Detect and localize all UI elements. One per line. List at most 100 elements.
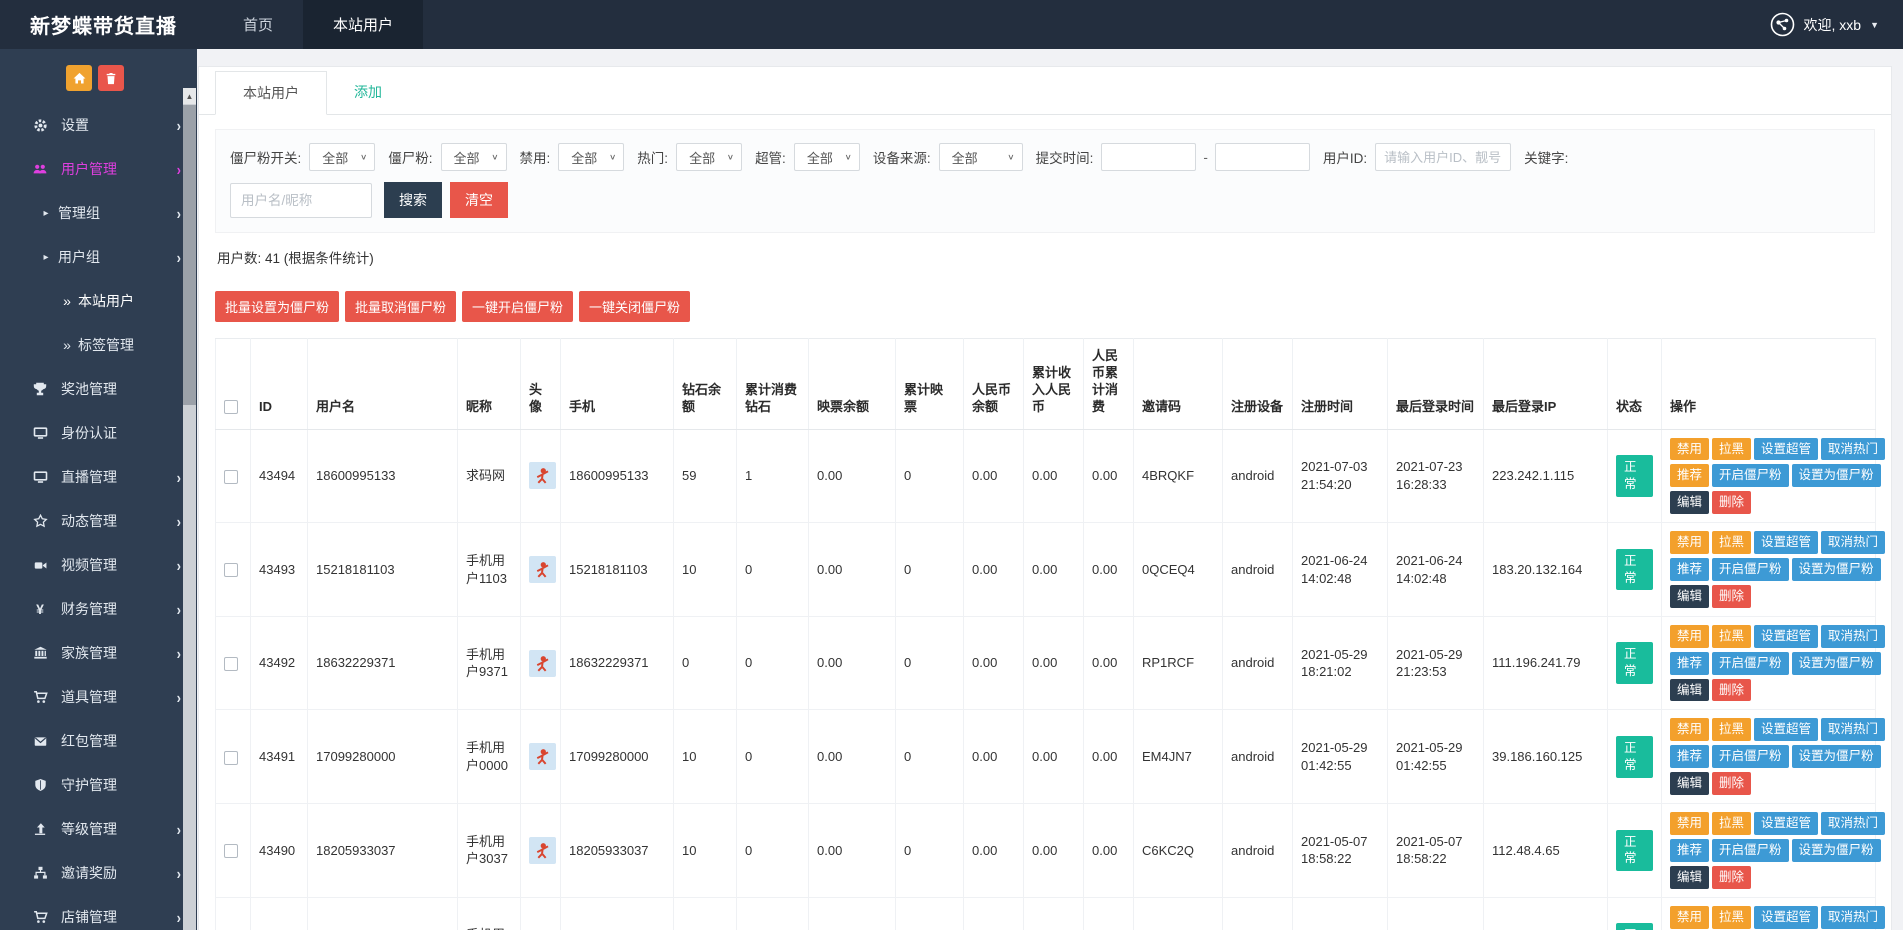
welcome-text[interactable]: 欢迎, xxb [1804, 15, 1862, 35]
sidebar-item-shop[interactable]: 店铺管理› [0, 895, 197, 930]
action-button[interactable]: 拉黑 [1712, 718, 1751, 741]
action-button[interactable]: 取消热门 [1821, 906, 1885, 929]
row-checkbox[interactable] [224, 657, 238, 671]
sidebar-item-settings[interactable]: 设置› [0, 103, 197, 147]
action-button[interactable]: 设置超管 [1754, 438, 1818, 461]
scroll-up-icon[interactable]: ▲ [183, 88, 196, 104]
action-button[interactable]: 设置为僵尸粉 [1792, 652, 1881, 675]
sidebar-item-admin-group[interactable]: ▸管理组› [0, 191, 197, 235]
sidebar-item-site-users[interactable]: »本站用户 [0, 279, 197, 323]
action-button[interactable]: 设置为僵尸粉 [1792, 839, 1881, 862]
action-button[interactable]: 开启僵尸粉 [1712, 652, 1789, 675]
home-button[interactable] [66, 65, 92, 91]
trash-button[interactable] [98, 65, 124, 91]
action-button[interactable]: 设置为僵尸粉 [1792, 464, 1881, 487]
action-button[interactable]: 禁用 [1670, 718, 1709, 741]
action-button[interactable]: 禁用 [1670, 906, 1709, 929]
action-button[interactable]: 编辑 [1670, 866, 1709, 889]
hot-select[interactable]: 全部∨ [676, 143, 742, 171]
sidebar-item-invite-reward[interactable]: 邀请奖励› [0, 851, 197, 895]
user-id-input[interactable] [1375, 143, 1511, 171]
sidebar-item-level[interactable]: 等级管理› [0, 807, 197, 851]
action-button[interactable]: 设置超管 [1754, 531, 1818, 554]
action-button[interactable]: 设置超管 [1754, 625, 1818, 648]
select-all-checkbox[interactable] [224, 400, 238, 414]
row-checkbox[interactable] [224, 470, 238, 484]
tab-add[interactable]: 添加 [327, 70, 409, 114]
sidebar-item-tag-management[interactable]: »标签管理 [0, 323, 197, 367]
batch-button-0[interactable]: 批量设置为僵尸粉 [215, 291, 339, 322]
batch-button-1[interactable]: 批量取消僵尸粉 [345, 291, 456, 322]
action-button[interactable]: 设置为僵尸粉 [1792, 558, 1881, 581]
sidebar-item-red-packet[interactable]: 红包管理 [0, 719, 197, 763]
row-checkbox[interactable] [224, 844, 238, 858]
action-button[interactable]: 编辑 [1670, 679, 1709, 702]
submit-time-end-input[interactable] [1215, 143, 1310, 171]
action-button[interactable]: 禁用 [1670, 438, 1709, 461]
sidebar-item-live-management[interactable]: 直播管理› [0, 455, 197, 499]
sidebar-item-identity-auth[interactable]: 身份认证 [0, 411, 197, 455]
action-button[interactable]: 编辑 [1670, 585, 1709, 608]
zombie-select[interactable]: 全部∨ [441, 143, 507, 171]
action-button[interactable]: 删除 [1712, 866, 1751, 889]
action-button[interactable]: 开启僵尸粉 [1712, 558, 1789, 581]
sidebar-scrollbar[interactable]: ▲ [183, 88, 196, 930]
action-button[interactable]: 删除 [1712, 772, 1751, 795]
sidebar-item-user-management[interactable]: 用户管理› [0, 147, 197, 191]
action-button[interactable]: 取消热门 [1821, 812, 1885, 835]
action-button[interactable]: 拉黑 [1712, 625, 1751, 648]
action-button[interactable]: 编辑 [1670, 491, 1709, 514]
action-button[interactable]: 开启僵尸粉 [1712, 839, 1789, 862]
action-button[interactable]: 拉黑 [1712, 438, 1751, 461]
action-button[interactable]: 禁用 [1670, 531, 1709, 554]
action-button[interactable]: 删除 [1712, 491, 1751, 514]
zombie-switch-select[interactable]: 全部∨ [309, 143, 375, 171]
row-checkbox[interactable] [224, 563, 238, 577]
submit-time-start-input[interactable] [1101, 143, 1196, 171]
batch-button-3[interactable]: 一键关闭僵尸粉 [579, 291, 690, 322]
super-admin-select[interactable]: 全部∨ [794, 143, 860, 171]
action-button[interactable]: 拉黑 [1712, 531, 1751, 554]
sidebar-item-user-group[interactable]: ▸用户组› [0, 235, 197, 279]
username-nickname-input[interactable] [230, 183, 372, 218]
batch-button-2[interactable]: 一键开启僵尸粉 [462, 291, 573, 322]
action-button[interactable]: 删除 [1712, 585, 1751, 608]
disabled-select[interactable]: 全部∨ [558, 143, 624, 171]
action-button[interactable]: 取消热门 [1821, 625, 1885, 648]
action-button[interactable]: 禁用 [1670, 812, 1709, 835]
action-button[interactable]: 取消热门 [1821, 438, 1885, 461]
action-button[interactable]: 开启僵尸粉 [1712, 745, 1789, 768]
action-button[interactable]: 设置超管 [1754, 812, 1818, 835]
action-button[interactable]: 推荐 [1670, 745, 1709, 768]
action-button[interactable]: 推荐 [1670, 464, 1709, 487]
sidebar-item-feed-management[interactable]: 动态管理› [0, 499, 197, 543]
top-tab-site-users[interactable]: 本站用户 [303, 0, 423, 49]
network-share-icon[interactable] [1770, 12, 1795, 37]
action-button[interactable]: 禁用 [1670, 625, 1709, 648]
action-button[interactable]: 拉黑 [1712, 812, 1751, 835]
sidebar-item-guard[interactable]: 守护管理 [0, 763, 197, 807]
action-button[interactable]: 设置超管 [1754, 718, 1818, 741]
action-button[interactable]: 开启僵尸粉 [1712, 464, 1789, 487]
scrollbar-thumb[interactable] [183, 105, 196, 405]
action-button[interactable]: 推荐 [1670, 558, 1709, 581]
action-button[interactable]: 删除 [1712, 679, 1751, 702]
top-tab-home[interactable]: 首页 [213, 0, 303, 49]
action-button[interactable]: 取消热门 [1821, 718, 1885, 741]
action-button[interactable]: 取消热门 [1821, 531, 1885, 554]
row-checkbox[interactable] [224, 751, 238, 765]
sidebar-item-family[interactable]: 家族管理› [0, 631, 197, 675]
action-button[interactable]: 编辑 [1670, 772, 1709, 795]
tab-site-users[interactable]: 本站用户 [215, 71, 327, 115]
action-button[interactable]: 设置超管 [1754, 906, 1818, 929]
action-button[interactable]: 设置为僵尸粉 [1792, 745, 1881, 768]
action-button[interactable]: 推荐 [1670, 652, 1709, 675]
sidebar-item-video-management[interactable]: 视频管理› [0, 543, 197, 587]
search-button[interactable]: 搜索 [384, 182, 442, 218]
device-source-select[interactable]: 全部∨ [939, 143, 1023, 171]
clear-button[interactable]: 清空 [450, 182, 508, 218]
sidebar-item-prize-pool[interactable]: 奖池管理 [0, 367, 197, 411]
sidebar-item-finance[interactable]: ¥财务管理› [0, 587, 197, 631]
action-button[interactable]: 推荐 [1670, 839, 1709, 862]
action-button[interactable]: 拉黑 [1712, 906, 1751, 929]
